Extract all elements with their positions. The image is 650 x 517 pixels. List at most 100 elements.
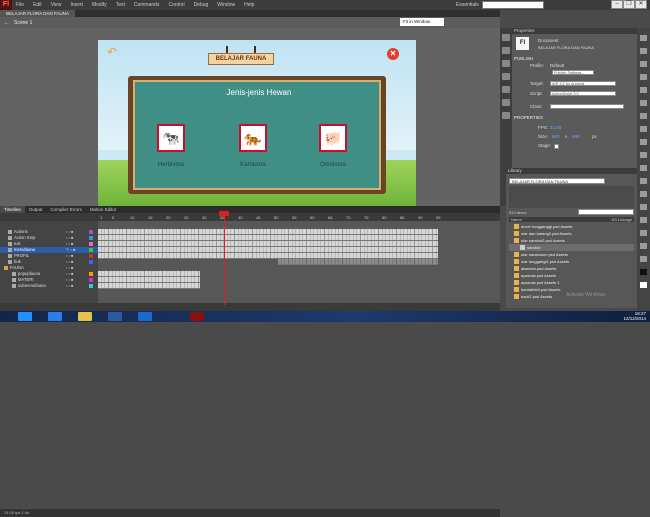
pencil-tool-icon[interactable] [640, 152, 647, 158]
library-item[interactable]: alsavers.psd Assets [509, 265, 634, 272]
swatch-icon[interactable] [502, 34, 510, 41]
3d-rotation-tool-icon[interactable] [640, 74, 647, 80]
menu-text[interactable]: Text [116, 2, 125, 8]
stage-canvas[interactable]: ↶ BELAJAR FAUNA ✕ Jenis-jenis Hewan 🐄 🐅 … [98, 40, 416, 206]
close-icon[interactable]: ✕ [387, 48, 399, 60]
back-icon[interactable]: ↶ [107, 46, 121, 58]
library-item[interactable]: ular dan batang2.psd Assets [509, 230, 634, 237]
transform-icon[interactable] [502, 73, 510, 80]
herbivora-label[interactable]: Herbivora [141, 162, 201, 168]
menu-file[interactable]: File [16, 2, 24, 8]
stage-color-swatch[interactable] [554, 144, 559, 149]
transform-tool-icon[interactable] [640, 61, 647, 67]
menu-debug[interactable]: Debug [194, 2, 209, 8]
text-tool-icon[interactable] [640, 113, 647, 119]
library-col-linkage[interactable]: AS Linkage [612, 217, 632, 222]
tab-motion-editor[interactable]: Motion Editor [86, 206, 121, 213]
menu-edit[interactable]: Edit [33, 2, 42, 8]
library-item[interactable]: ayasmis.psd Assets [509, 272, 634, 279]
menu-help[interactable]: Help [244, 2, 254, 8]
tab-compiler-errors[interactable]: Compiler Errors [46, 206, 86, 213]
app-icon[interactable] [138, 312, 152, 321]
size-width[interactable]: 800 [552, 134, 560, 139]
paint-bucket-icon[interactable] [640, 204, 647, 210]
tab-output[interactable]: Output [25, 206, 47, 213]
list-icon[interactable] [502, 99, 510, 106]
eraser-icon[interactable] [640, 230, 647, 236]
workspace-switcher[interactable]: Essentials [456, 2, 479, 8]
properties-section[interactable]: PROPERTIES [514, 115, 543, 120]
tab-timeline[interactable]: Timeline [0, 206, 25, 213]
library-item[interactable]: sarabut [509, 244, 634, 251]
playhead[interactable] [224, 215, 225, 305]
menu-modify[interactable]: Modify [92, 2, 107, 8]
fill-color-icon[interactable] [640, 282, 647, 288]
zoom-select[interactable]: Fit in Window [400, 18, 444, 26]
explorer-icon[interactable] [78, 312, 92, 321]
line-tool-icon[interactable] [640, 126, 647, 132]
layer-row[interactable]: submenufauna • • ■ [0, 283, 98, 289]
lasso-tool-icon[interactable] [640, 87, 647, 93]
omnivora-label[interactable]: Omnivora [303, 162, 363, 168]
zoom-tool-icon[interactable] [640, 256, 647, 262]
size-height[interactable]: 480 [572, 134, 580, 139]
frame-grid[interactable] [98, 221, 500, 303]
flash-taskbar-icon[interactable] [190, 312, 204, 321]
brush-icon[interactable] [502, 86, 510, 93]
folder-icon [514, 224, 519, 229]
system-tray[interactable]: 18:27 12/12/2014 [623, 311, 646, 321]
tiger-button[interactable]: 🐅 [239, 124, 267, 152]
library-count: 910 items [509, 210, 527, 215]
document-tab[interactable]: BELAJAR FLORA DAN FAUNA [0, 10, 76, 17]
karnivora-label[interactable]: Karnivora [223, 162, 283, 168]
selection-tool-icon[interactable] [640, 35, 647, 41]
restore-button[interactable]: ❐ [623, 0, 635, 9]
library-tab[interactable]: Library [506, 168, 637, 174]
frame-span[interactable] [278, 259, 438, 265]
menu-insert[interactable]: Insert [70, 2, 83, 8]
script-select[interactable]: ActionScript 3.0 [550, 91, 616, 96]
frame-span[interactable] [98, 283, 200, 289]
ie-icon[interactable] [48, 312, 62, 321]
menu-window[interactable]: Window [217, 2, 235, 8]
menu-view[interactable]: View [51, 2, 62, 8]
word-icon[interactable] [108, 312, 122, 321]
eyedropper-icon[interactable] [640, 217, 647, 223]
hand-tool-icon[interactable] [640, 243, 647, 249]
menu-commands[interactable]: Commands [134, 2, 160, 8]
target-select[interactable]: AIR 3.2 for Android [550, 81, 616, 86]
info-icon[interactable] [502, 47, 510, 54]
close-window-button[interactable]: ✕ [635, 0, 647, 9]
subselection-tool-icon[interactable] [640, 48, 647, 54]
stroke-color-icon[interactable] [640, 269, 647, 275]
library-item[interactable]: ular sarabusuh.psd Assets [509, 251, 634, 258]
back-arrow-icon[interactable]: ← [4, 20, 10, 26]
publish-section[interactable]: PUBLISH [514, 56, 533, 61]
minimize-button[interactable]: – [611, 0, 623, 9]
deco-tool-icon[interactable] [640, 178, 647, 184]
fps-value[interactable]: 24.00 [550, 125, 561, 130]
library-search-input[interactable] [578, 209, 634, 215]
library-item[interactable]: ducer tungganggi.psd Assets [509, 223, 634, 230]
cow-button[interactable]: 🐄 [157, 124, 185, 152]
library-document-select[interactable]: BELAJAR FLORA DAN FAUNA [509, 178, 605, 184]
publish-settings-button[interactable]: Publish Settings... [552, 70, 594, 75]
class-input[interactable] [550, 104, 624, 109]
pen-tool-icon[interactable] [640, 100, 647, 106]
library-item[interactable]: ular tunggangi2.psd Assets [509, 258, 634, 265]
pig-button[interactable]: 🐖 [319, 124, 347, 152]
bone-tool-icon[interactable] [640, 191, 647, 197]
brush-tool-icon[interactable] [640, 165, 647, 171]
windows-start-icon[interactable] [18, 312, 32, 321]
properties-tab[interactable]: Properties [512, 28, 637, 34]
rectangle-tool-icon[interactable] [640, 139, 647, 145]
menu-control[interactable]: Control [168, 2, 184, 8]
library-col-name[interactable]: Name [511, 217, 522, 222]
scene-name[interactable]: Scene 1 [14, 20, 32, 26]
library-item[interactable]: ayasmis.psd Assets 1 [509, 279, 634, 286]
align-icon[interactable] [502, 60, 510, 67]
component-icon[interactable] [502, 112, 510, 119]
menu-bar: Fl File Edit View Insert Modify Text Com… [0, 0, 650, 10]
library-item[interactable]: ular sarabut2.psd Assets [509, 237, 634, 244]
help-search-input[interactable] [482, 1, 544, 9]
